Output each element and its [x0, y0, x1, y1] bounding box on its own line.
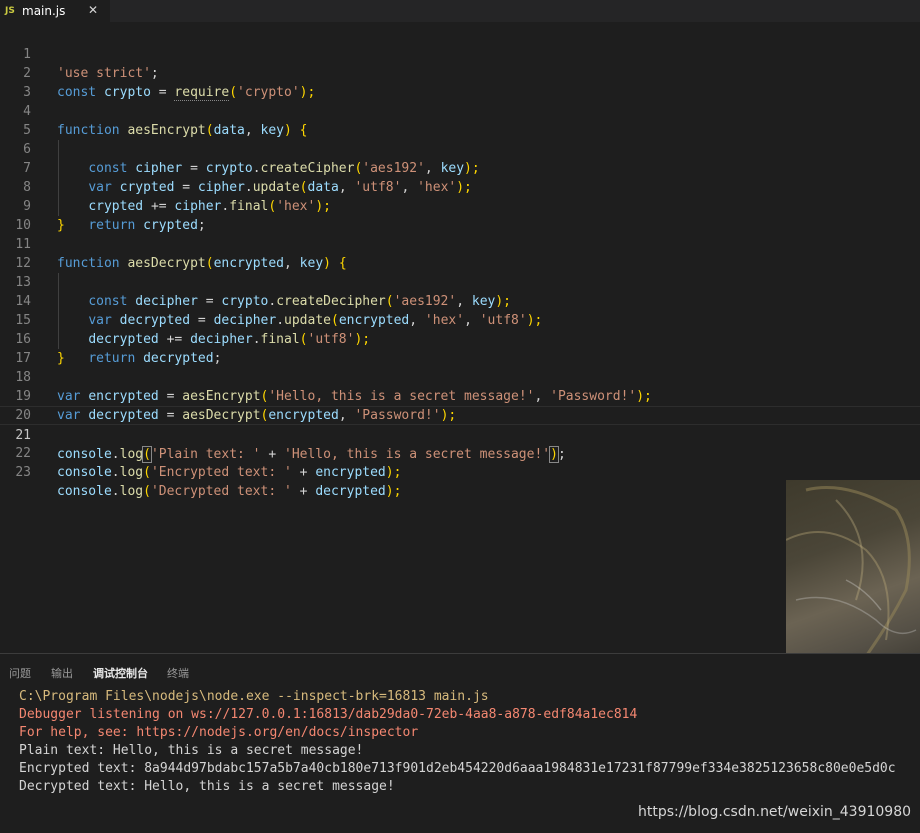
code-line: 15 return decrypted;	[0, 292, 920, 366]
code-line: 18 var encrypted = aesEncrypt('Hello, th…	[0, 349, 920, 404]
code-line: 19 var decrypted = aesDecrypt(encrypted,…	[0, 368, 920, 423]
artwork-illustration	[786, 486, 917, 671]
code-line: 20	[0, 387, 920, 423]
code-line: 6 var crypted = cipher.update(data, 'utf…	[0, 121, 920, 195]
watermark-url: https://blog.csdn.net/weixin_43910980	[638, 804, 912, 820]
code-token: +	[291, 484, 316, 499]
code-line: 14 decrypted += decipher.final('utf8');	[0, 273, 920, 347]
close-icon[interactable]: ✕	[88, 3, 98, 17]
console-output-line: C:\Program Files\nodejs\node.exe --inspe…	[19, 689, 489, 704]
code-token: console	[57, 484, 112, 499]
code-token: log	[119, 465, 144, 480]
code-line: 11 function aesDecrypt(encrypted, key) {	[0, 216, 920, 271]
console-output-line: For help, see: https://nodejs.org/en/doc…	[19, 725, 419, 740]
code-line: 22 console.log('Encrypted text: ' + encr…	[0, 425, 920, 480]
tab-problems[interactable]: 问题	[9, 665, 31, 681]
code-token: +	[291, 465, 316, 480]
code-line: 17	[0, 330, 920, 366]
code-token: .	[111, 465, 120, 480]
code-token: );	[385, 484, 402, 499]
code-token: encrypted	[315, 465, 386, 480]
code-token: 'Decrypted text: '	[150, 484, 292, 499]
code-token: decrypted	[315, 484, 386, 499]
tab-debug-console[interactable]: 调试控制台	[93, 665, 148, 681]
code-line: 5 const cipher = crypto.createCipher('ae…	[0, 102, 920, 176]
code-line-current: 21 console.log('Plain text: ' + 'Hello, …	[0, 406, 920, 463]
code-line: 4 function aesEncrypt(data, key) {	[0, 83, 920, 138]
code-line: 8 return crypted;	[0, 159, 920, 233]
code-line: 7 crypted += cipher.final('hex');	[0, 140, 920, 214]
tab-main-js[interactable]: JS main.js ✕	[0, 0, 110, 22]
code-token: 'Encrypted text: '	[150, 465, 292, 480]
code-line: 1 'use strict';	[0, 26, 920, 81]
panel-tabs: 问题 输出 调试控制台 终端	[0, 654, 920, 690]
code-line: 12 const decipher = crypto.createDeciphe…	[0, 235, 920, 309]
code-token: );	[385, 465, 402, 480]
code-line: 9 }	[0, 178, 920, 233]
console-output-line: Debugger listening on ws://127.0.0.1:168…	[19, 707, 638, 722]
code-line: 23 console.log('Decrypted text: ' + decr…	[0, 444, 920, 499]
code-line: 16 }	[0, 311, 920, 366]
code-token: (	[143, 484, 151, 499]
line-number: 23	[15, 465, 31, 480]
console-output-line: Plain text: Hello, this is a secret mess…	[19, 743, 364, 758]
code-line: 10	[0, 197, 920, 233]
code-line: 13 var decrypted = decipher.update(encry…	[0, 254, 920, 328]
tab-output[interactable]: 输出	[51, 665, 73, 681]
console-output-line: Encrypted text: 8a944d97bdabc157a5b7a40c…	[19, 761, 896, 776]
code-editor[interactable]: 1 'use strict'; 2 const crypto = require…	[0, 22, 920, 674]
code-token: (	[143, 465, 151, 480]
editor-tab-bar: JS main.js ✕	[0, 0, 920, 22]
code-line: 3	[0, 64, 920, 100]
background-artwork-image	[786, 480, 920, 674]
code-token: console	[57, 465, 112, 480]
tab-terminal[interactable]: 终端	[167, 665, 189, 681]
code-token: .	[111, 484, 120, 499]
code-line: 2 const crypto = require('crypto');	[0, 45, 920, 101]
console-output-line: Decrypted text: Hello, this is a secret …	[19, 779, 395, 794]
tab-label: main.js	[22, 4, 66, 18]
javascript-file-icon: JS	[5, 6, 15, 16]
code-token: log	[119, 484, 144, 499]
